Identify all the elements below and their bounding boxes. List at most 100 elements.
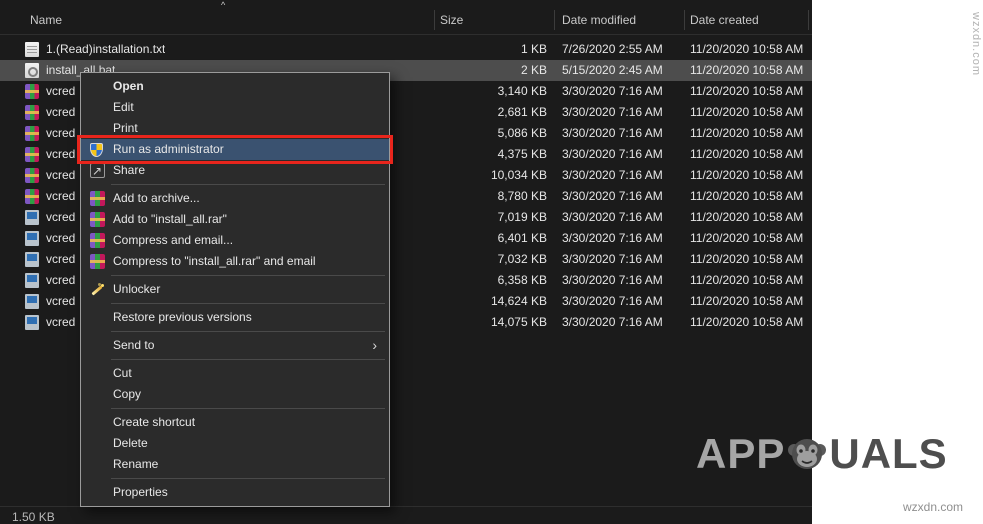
sort-ascending-icon[interactable]: ^ — [221, 1, 225, 10]
archive-icon — [25, 189, 39, 204]
file-date-modified: 3/30/2020 7:16 AM — [562, 189, 663, 203]
menu-item-add-to-archive[interactable]: Add to archive... — [81, 188, 389, 209]
file-name: vcred — [46, 168, 75, 182]
file-date-modified: 3/30/2020 7:16 AM — [562, 84, 663, 98]
file-date-created: 11/20/2020 10:58 AM — [690, 189, 803, 203]
file-date-modified: 3/30/2020 7:16 AM — [562, 252, 663, 266]
context-menu: Open Edit Print Run as administrator Sha… — [80, 72, 390, 507]
file-name: vcred — [46, 147, 75, 161]
file-date-modified: 3/30/2020 7:16 AM — [562, 147, 663, 161]
file-date-created: 11/20/2020 10:58 AM — [690, 315, 803, 329]
menu-item-run-as-administrator[interactable]: Run as administrator — [81, 139, 389, 160]
wand-icon — [90, 282, 105, 297]
menu-item-label: Add to archive... — [113, 191, 200, 205]
file-date-created: 11/20/2020 10:58 AM — [690, 42, 803, 56]
menu-separator — [111, 275, 385, 276]
menu-item-share[interactable]: Share — [81, 160, 389, 181]
file-size: 3,140 KB — [400, 84, 547, 98]
file-date-modified: 3/30/2020 7:16 AM — [562, 231, 663, 245]
column-divider[interactable] — [808, 10, 809, 30]
menu-item-label: Print — [113, 121, 138, 135]
column-header-date-created[interactable]: Date created — [690, 13, 759, 27]
menu-item-add-to-install-all-rar[interactable]: Add to "install_all.rar" — [81, 209, 389, 230]
menu-item-label: Create shortcut — [113, 415, 195, 429]
file-date-modified: 3/30/2020 7:16 AM — [562, 315, 663, 329]
menu-item-rename[interactable]: Rename — [81, 454, 389, 475]
menu-item-compress-and-email[interactable]: Compress and email... — [81, 230, 389, 251]
file-name: vcred — [46, 231, 75, 245]
column-header-name[interactable]: Name — [30, 13, 62, 27]
column-divider[interactable] — [434, 10, 435, 30]
file-name: vcred — [46, 84, 75, 98]
appuals-logo-text-left: APP — [696, 430, 785, 478]
file-size: 10,034 KB — [400, 168, 547, 182]
file-size: 14,624 KB — [400, 294, 547, 308]
file-size: 8,780 KB — [400, 189, 547, 203]
menu-item-label: Unlocker — [113, 282, 160, 296]
file-size: 6,358 KB — [400, 273, 547, 287]
menu-item-delete[interactable]: Delete — [81, 433, 389, 454]
menu-item-label: Cut — [113, 366, 132, 380]
menu-item-restore-previous-versions[interactable]: Restore previous versions — [81, 307, 389, 328]
menu-item-open[interactable]: Open — [81, 76, 389, 97]
menu-item-send-to[interactable]: Send to › — [81, 335, 389, 356]
menu-item-print[interactable]: Print — [81, 118, 389, 139]
installer-icon — [25, 252, 39, 267]
column-divider[interactable] — [554, 10, 555, 30]
file-date-modified: 3/30/2020 7:16 AM — [562, 168, 663, 182]
menu-separator — [111, 331, 385, 332]
file-date-created: 11/20/2020 10:58 AM — [690, 63, 803, 77]
file-name: vcred — [46, 252, 75, 266]
file-date-created: 11/20/2020 10:58 AM — [690, 147, 803, 161]
batch-file-icon — [25, 63, 39, 78]
column-header-size[interactable]: Size — [440, 13, 463, 27]
status-bar-text: 1.50 KB — [12, 510, 55, 524]
menu-item-copy[interactable]: Copy — [81, 384, 389, 405]
header-divider — [0, 34, 812, 35]
file-size: 5,086 KB — [400, 126, 547, 140]
file-date-created: 11/20/2020 10:58 AM — [690, 126, 803, 140]
menu-item-create-shortcut[interactable]: Create shortcut — [81, 412, 389, 433]
file-date-modified: 7/26/2020 2:55 AM — [562, 42, 663, 56]
file-date-modified: 3/30/2020 7:16 AM — [562, 210, 663, 224]
menu-separator — [111, 359, 385, 360]
archive-icon — [25, 105, 39, 120]
file-size: 2,681 KB — [400, 105, 547, 119]
file-date-modified: 3/30/2020 7:16 AM — [562, 294, 663, 308]
monkey-logo-icon — [787, 434, 827, 474]
file-date-created: 11/20/2020 10:58 AM — [690, 294, 803, 308]
menu-item-unlocker[interactable]: Unlocker — [81, 279, 389, 300]
file-name: 1.(Read)installation.txt — [46, 42, 165, 56]
menu-item-cut[interactable]: Cut — [81, 363, 389, 384]
archive-icon — [25, 147, 39, 162]
archive-icon — [25, 84, 39, 99]
file-date-created: 11/20/2020 10:58 AM — [690, 231, 803, 245]
file-name: vcred — [46, 105, 75, 119]
file-date-created: 11/20/2020 10:58 AM — [690, 273, 803, 287]
file-date-created: 11/20/2020 10:58 AM — [690, 210, 803, 224]
installer-icon — [25, 294, 39, 309]
submenu-arrow-icon: › — [372, 335, 377, 356]
menu-item-label: Rename — [113, 457, 158, 471]
column-header-date-modified[interactable]: Date modified — [562, 13, 636, 27]
menu-separator — [111, 303, 385, 304]
installer-icon — [25, 315, 39, 330]
file-size: 2 KB — [400, 63, 547, 77]
menu-separator — [111, 408, 385, 409]
menu-item-properties[interactable]: Properties — [81, 482, 389, 503]
menu-item-label: Compress to "install_all.rar" and email — [113, 254, 316, 268]
menu-item-label: Restore previous versions — [113, 310, 252, 324]
menu-item-label: Send to — [113, 338, 154, 352]
menu-item-compress-to-install-all-rar-and-email[interactable]: Compress to "install_all.rar" and email — [81, 251, 389, 272]
file-date-created: 11/20/2020 10:58 AM — [690, 168, 803, 182]
menu-separator — [111, 184, 385, 185]
file-name: vcred — [46, 210, 75, 224]
menu-item-edit[interactable]: Edit — [81, 97, 389, 118]
installer-icon — [25, 231, 39, 246]
file-row[interactable]: 1.(Read)installation.txt 1 KB 7/26/2020 … — [0, 39, 812, 60]
column-divider[interactable] — [684, 10, 685, 30]
menu-item-label: Share — [113, 163, 145, 177]
menu-item-label: Properties — [113, 485, 168, 499]
winrar-icon — [90, 212, 105, 227]
appuals-watermark: APP UALS — [696, 430, 948, 478]
